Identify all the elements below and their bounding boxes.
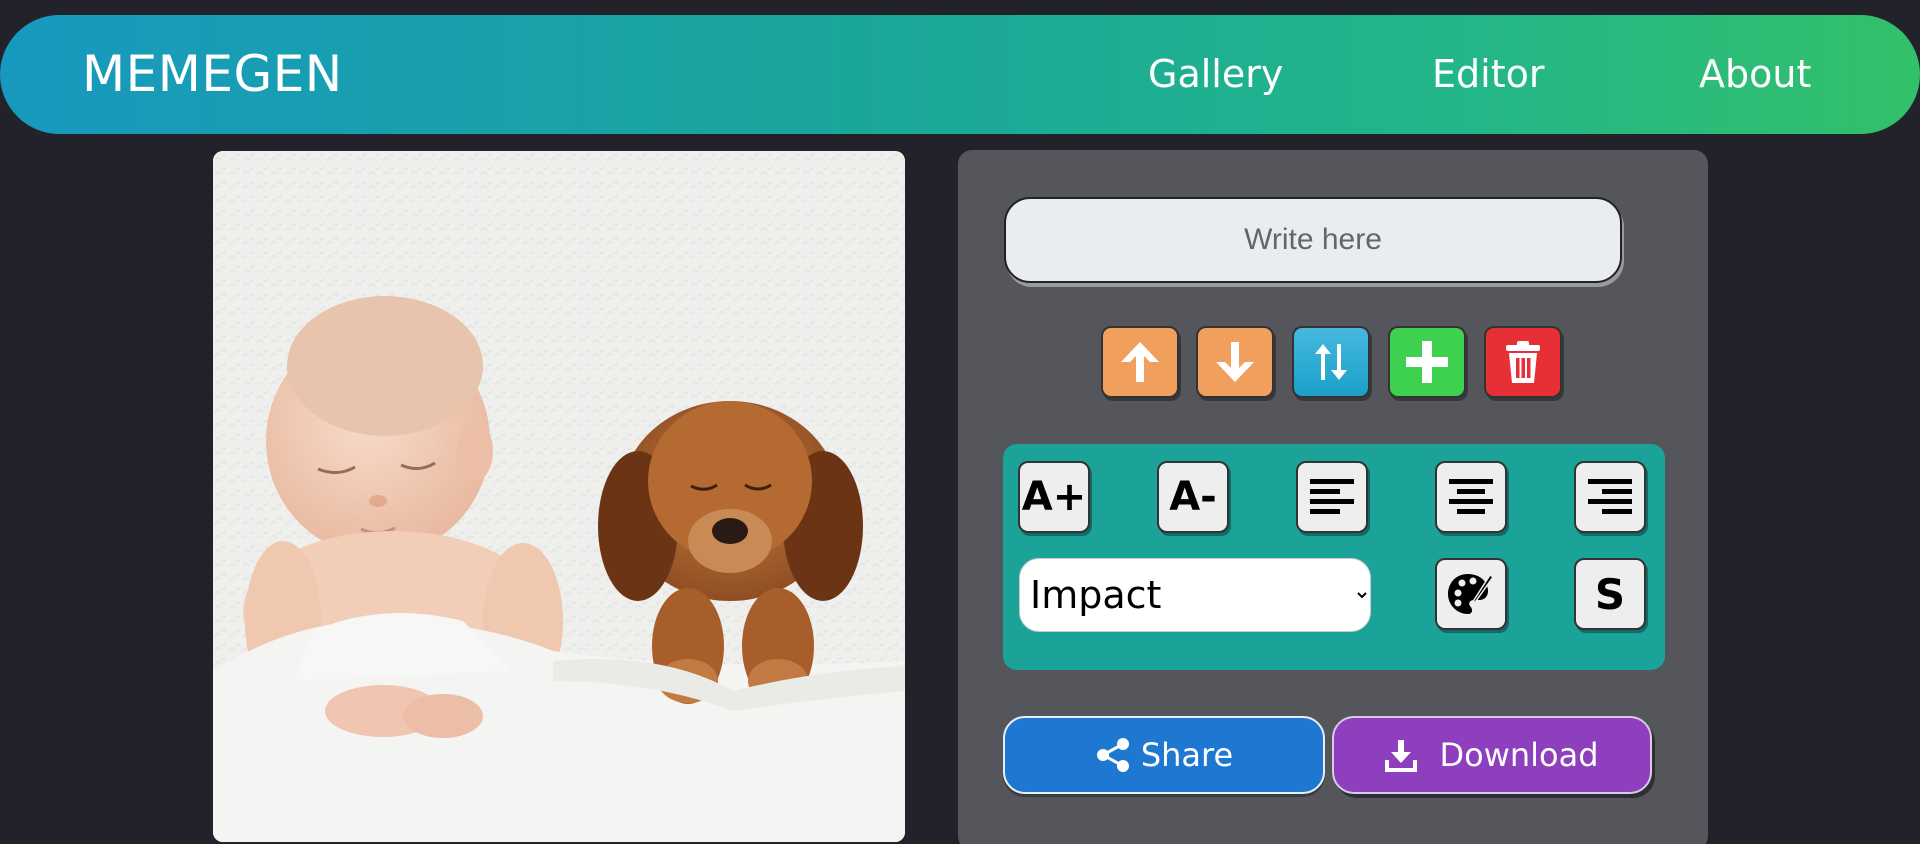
decrease-font-button[interactable]: A- (1157, 461, 1229, 533)
top-nav-bar: MEMEGEN Gallery Editor About (0, 15, 1920, 134)
swap-vertical-icon (1315, 344, 1347, 380)
delete-line-button[interactable] (1484, 326, 1562, 398)
download-label: Download (1439, 736, 1599, 774)
meme-canvas[interactable] (213, 151, 905, 842)
font-family-select[interactable]: Impact (1019, 558, 1371, 632)
meme-image-baby-and-puppy (213, 151, 905, 842)
nav-editor-link[interactable]: Editor (1432, 15, 1544, 134)
align-right-button[interactable] (1574, 461, 1646, 533)
align-right-icon (1588, 479, 1632, 514)
align-center-button[interactable] (1435, 461, 1507, 533)
switch-line-button[interactable] (1292, 326, 1370, 398)
arrow-up-icon (1121, 342, 1159, 382)
trash-icon (1506, 341, 1540, 383)
nav-about-link[interactable]: About (1699, 15, 1811, 134)
increase-font-button[interactable]: A+ (1018, 461, 1090, 533)
download-button[interactable]: Download (1332, 716, 1652, 794)
add-line-button[interactable] (1388, 326, 1466, 398)
nav-gallery-link[interactable]: Gallery (1148, 15, 1283, 134)
align-left-button[interactable] (1296, 461, 1368, 533)
text-style-toolbar: A+ A- Impact S (1003, 444, 1665, 670)
arrow-down-icon (1216, 342, 1254, 382)
move-line-down-button[interactable] (1196, 326, 1274, 398)
share-button[interactable]: Share (1003, 716, 1325, 794)
share-label: Share (1140, 736, 1234, 774)
download-icon (1385, 740, 1418, 772)
meme-text-input[interactable] (1004, 197, 1622, 283)
align-left-icon (1310, 479, 1354, 514)
share-icon (1096, 738, 1129, 772)
move-line-up-button[interactable] (1101, 326, 1179, 398)
editor-panel: A+ A- (958, 150, 1708, 844)
palette-icon (1448, 573, 1495, 614)
app-logo[interactable]: MEMEGEN (82, 15, 343, 134)
text-stroke-button[interactable]: S (1574, 558, 1646, 630)
text-color-button[interactable] (1435, 558, 1507, 630)
align-center-icon (1449, 479, 1493, 514)
plus-icon (1406, 341, 1448, 383)
